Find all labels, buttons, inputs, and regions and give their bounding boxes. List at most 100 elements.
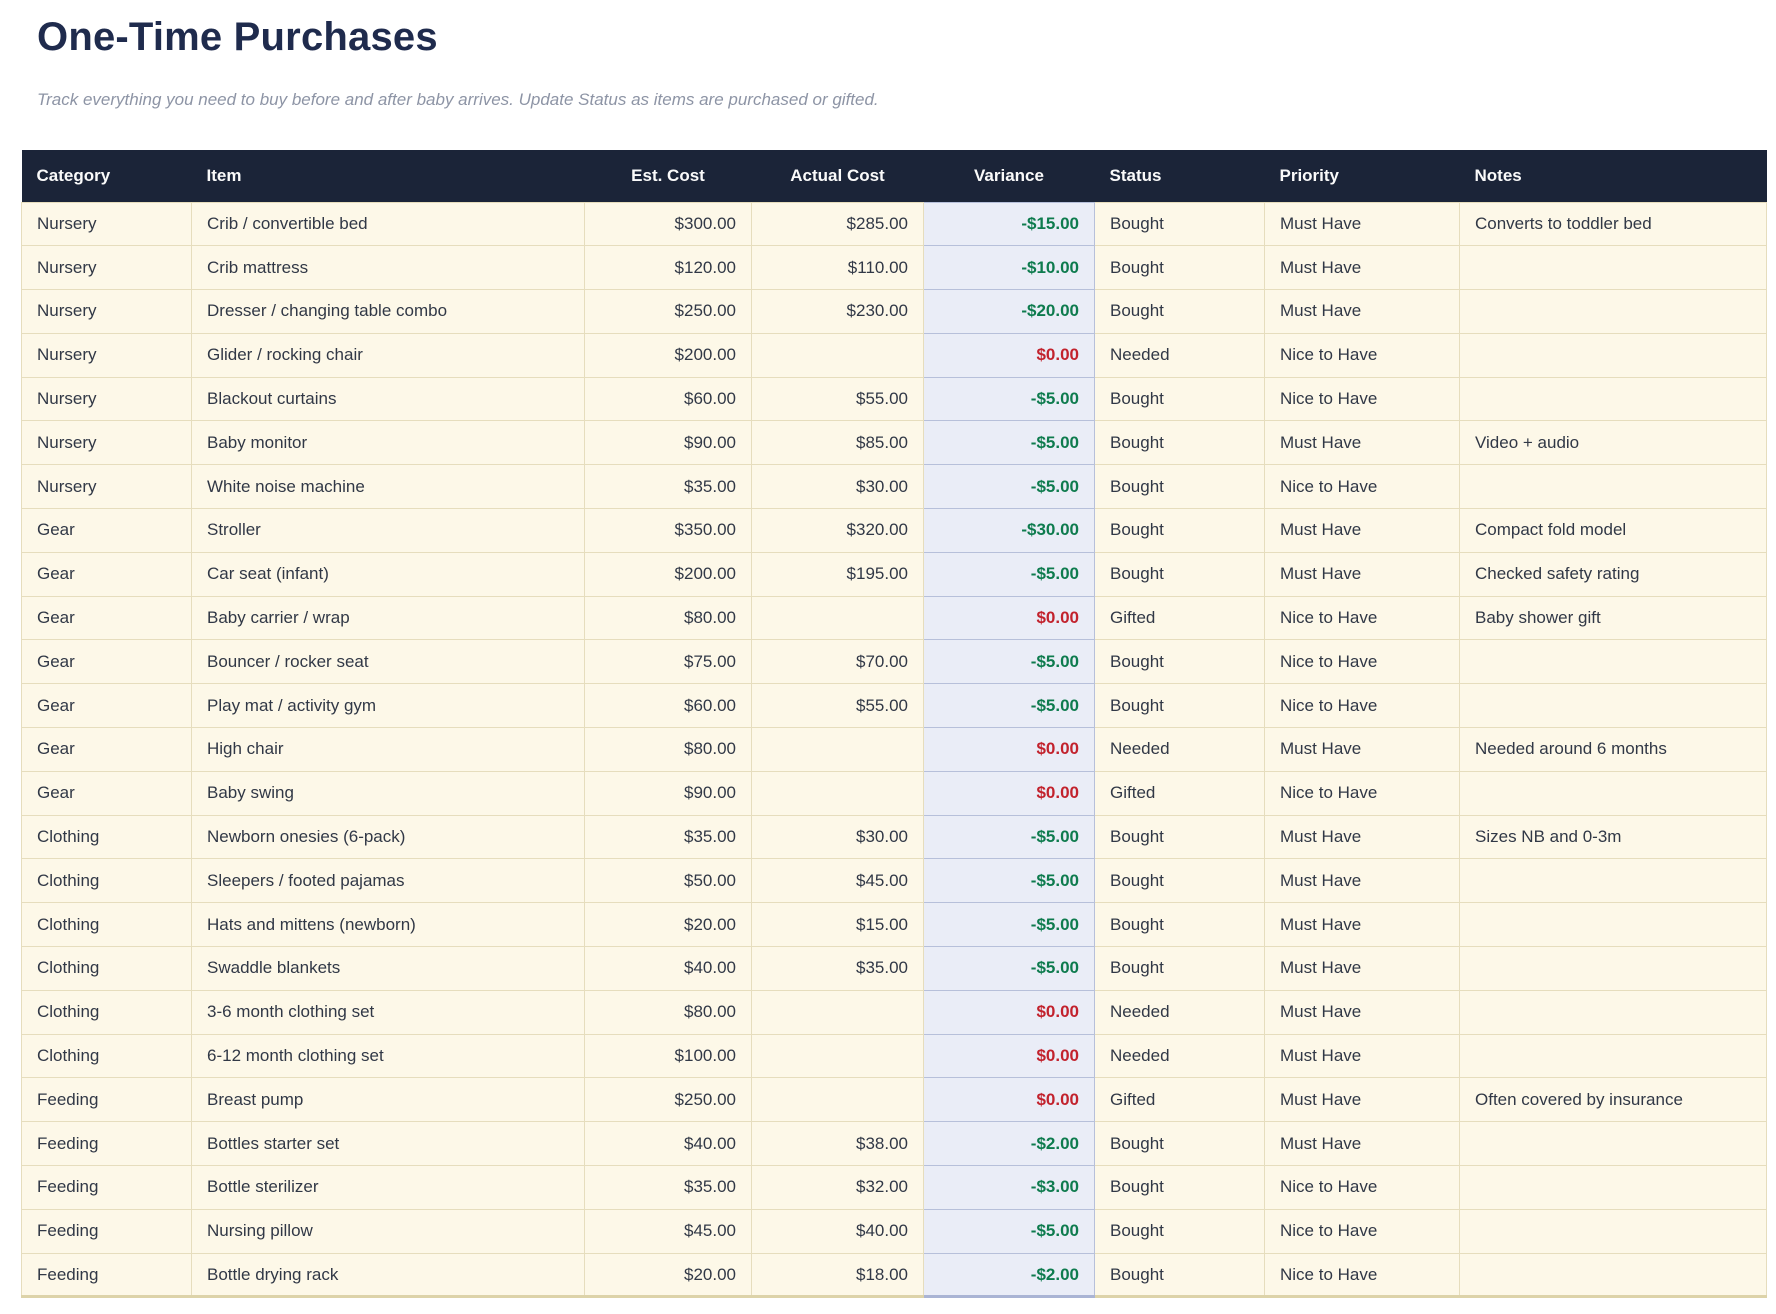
item-cell: Bottle drying rack	[192, 1253, 585, 1297]
category-cell: Clothing	[22, 990, 192, 1034]
variance-cell: -$5.00	[924, 465, 1095, 509]
table-row: FeedingBottles starter set$40.00$38.00-$…	[22, 1122, 1767, 1166]
table-row: GearHigh chair$80.00$0.00NeededMust Have…	[22, 728, 1767, 772]
category-cell: Clothing	[22, 947, 192, 991]
item-cell: Stroller	[192, 509, 585, 553]
column-header-item: Item	[192, 150, 585, 202]
status-cell: Bought	[1095, 1209, 1265, 1253]
table-row: NurseryCrib / convertible bed$300.00$285…	[22, 202, 1767, 246]
actual-cell: $230.00	[752, 290, 924, 334]
variance-cell: -$5.00	[924, 947, 1095, 991]
priority-cell: Nice to Have	[1265, 684, 1460, 728]
priority-cell: Nice to Have	[1265, 596, 1460, 640]
status-cell: Bought	[1095, 246, 1265, 290]
item-cell: Crib mattress	[192, 246, 585, 290]
category-cell: Gear	[22, 728, 192, 772]
item-cell: Car seat (infant)	[192, 552, 585, 596]
priority-cell: Must Have	[1265, 1078, 1460, 1122]
priority-cell: Must Have	[1265, 903, 1460, 947]
item-cell: 6-12 month clothing set	[192, 1034, 585, 1078]
priority-cell: Nice to Have	[1265, 1166, 1460, 1210]
status-cell: Bought	[1095, 377, 1265, 421]
actual-cell	[752, 1034, 924, 1078]
table-row: ClothingSleepers / footed pajamas$50.00$…	[22, 859, 1767, 903]
table-row: NurseryWhite noise machine$35.00$30.00-$…	[22, 465, 1767, 509]
column-header-actual: Actual Cost	[752, 150, 924, 202]
table-body: NurseryCrib / convertible bed$300.00$285…	[22, 202, 1767, 1297]
category-cell: Feeding	[22, 1122, 192, 1166]
status-cell: Bought	[1095, 1122, 1265, 1166]
priority-cell: Must Have	[1265, 509, 1460, 553]
table-row: NurseryBaby monitor$90.00$85.00-$5.00Bou…	[22, 421, 1767, 465]
priority-cell: Must Have	[1265, 421, 1460, 465]
notes-cell	[1460, 290, 1767, 334]
status-cell: Bought	[1095, 815, 1265, 859]
est-cell: $250.00	[585, 1078, 752, 1122]
priority-cell: Must Have	[1265, 552, 1460, 596]
status-cell: Gifted	[1095, 596, 1265, 640]
page-subtitle: Track everything you need to buy before …	[37, 90, 1756, 110]
variance-cell: $0.00	[924, 1078, 1095, 1122]
actual-cell	[752, 1078, 924, 1122]
item-cell: Blackout curtains	[192, 377, 585, 421]
table-row: GearStroller$350.00$320.00-$30.00BoughtM…	[22, 509, 1767, 553]
item-cell: Sleepers / footed pajamas	[192, 859, 585, 903]
notes-cell: Needed around 6 months	[1460, 728, 1767, 772]
notes-cell	[1460, 1253, 1767, 1297]
actual-cell: $18.00	[752, 1253, 924, 1297]
variance-cell: -$5.00	[924, 640, 1095, 684]
priority-cell: Must Have	[1265, 1034, 1460, 1078]
category-cell: Feeding	[22, 1253, 192, 1297]
column-header-status: Status	[1095, 150, 1265, 202]
status-cell: Needed	[1095, 728, 1265, 772]
category-cell: Nursery	[22, 246, 192, 290]
notes-cell	[1460, 1209, 1767, 1253]
actual-cell: $85.00	[752, 421, 924, 465]
actual-cell: $30.00	[752, 815, 924, 859]
est-cell: $35.00	[585, 815, 752, 859]
variance-cell: $0.00	[924, 333, 1095, 377]
actual-cell: $320.00	[752, 509, 924, 553]
notes-cell	[1460, 1122, 1767, 1166]
status-cell: Bought	[1095, 1166, 1265, 1210]
item-cell: Crib / convertible bed	[192, 202, 585, 246]
actual-cell: $55.00	[752, 377, 924, 421]
status-cell: Bought	[1095, 552, 1265, 596]
notes-cell	[1460, 903, 1767, 947]
category-cell: Nursery	[22, 290, 192, 334]
category-cell: Clothing	[22, 1034, 192, 1078]
status-cell: Needed	[1095, 333, 1265, 377]
category-cell: Nursery	[22, 465, 192, 509]
priority-cell: Must Have	[1265, 815, 1460, 859]
item-cell: Dresser / changing table combo	[192, 290, 585, 334]
priority-cell: Nice to Have	[1265, 333, 1460, 377]
table-row: FeedingBottle drying rack$20.00$18.00-$2…	[22, 1253, 1767, 1297]
status-cell: Bought	[1095, 947, 1265, 991]
variance-cell: $0.00	[924, 596, 1095, 640]
category-cell: Gear	[22, 771, 192, 815]
actual-cell: $40.00	[752, 1209, 924, 1253]
category-cell: Feeding	[22, 1209, 192, 1253]
actual-cell: $35.00	[752, 947, 924, 991]
variance-cell: -$5.00	[924, 552, 1095, 596]
status-cell: Bought	[1095, 465, 1265, 509]
actual-cell: $30.00	[752, 465, 924, 509]
status-cell: Bought	[1095, 509, 1265, 553]
variance-cell: -$5.00	[924, 859, 1095, 903]
notes-cell	[1460, 465, 1767, 509]
category-cell: Feeding	[22, 1078, 192, 1122]
status-cell: Bought	[1095, 202, 1265, 246]
actual-cell: $110.00	[752, 246, 924, 290]
est-cell: $60.00	[585, 684, 752, 728]
priority-cell: Must Have	[1265, 290, 1460, 334]
status-cell: Bought	[1095, 859, 1265, 903]
item-cell: Glider / rocking chair	[192, 333, 585, 377]
category-cell: Gear	[22, 552, 192, 596]
status-cell: Needed	[1095, 990, 1265, 1034]
table-row: GearBaby carrier / wrap$80.00$0.00Gifted…	[22, 596, 1767, 640]
category-cell: Gear	[22, 509, 192, 553]
table-row: GearBouncer / rocker seat$75.00$70.00-$5…	[22, 640, 1767, 684]
header-row: CategoryItemEst. CostActual CostVariance…	[22, 150, 1767, 202]
page: One-Time Purchases Track everything you …	[0, 0, 1776, 1314]
variance-cell: $0.00	[924, 1034, 1095, 1078]
